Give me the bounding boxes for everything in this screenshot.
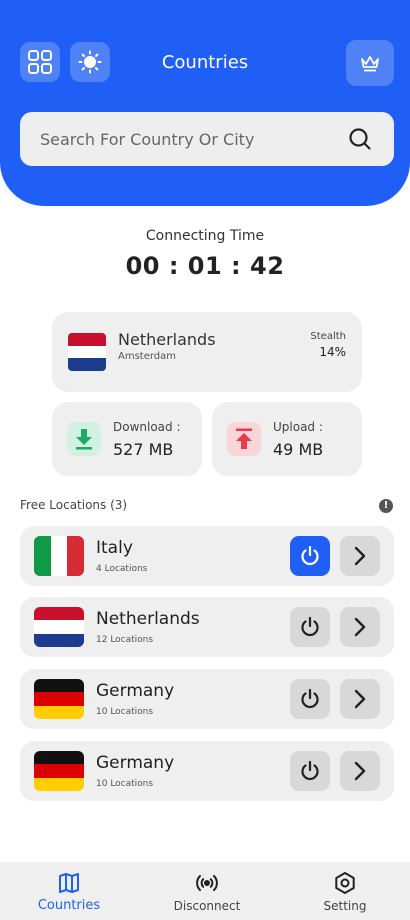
chevron-right-icon [354,689,366,709]
search-input[interactable] [40,112,340,166]
power-icon [301,545,319,566]
germany-flag-icon [34,751,84,791]
current-server-card[interactable]: Netherlands Amsterdam Stealth 14% [52,312,362,392]
server-city: Amsterdam [118,351,177,362]
nav-label: Countries [37,898,101,913]
info-icon[interactable]: ! [379,499,393,513]
nav-disconnect[interactable]: Disconnect [147,862,267,920]
italy-flag-icon [34,536,84,576]
download-icon [67,422,101,456]
broadcast-icon [196,875,218,891]
server-country: Netherlands [118,330,216,349]
premium-button[interactable] [346,40,394,86]
connect-button[interactable] [290,607,330,647]
netherlands-flag-icon [68,333,106,371]
location-row-netherlands[interactable]: Netherlands 12 Locations [20,597,394,657]
search-bar [20,112,394,166]
upload-icon [227,422,261,456]
location-row-italy[interactable]: Italy 4 Locations [20,526,394,586]
chevron-right-icon [354,761,366,781]
connect-button[interactable] [290,536,330,576]
chevron-right-icon [354,617,366,637]
expand-button[interactable] [340,536,380,576]
nav-label: Disconnect [173,899,241,913]
chevron-right-icon [354,546,366,566]
expand-button[interactable] [340,607,380,647]
map-icon [59,873,79,893]
settings-icon [335,872,355,894]
download-value: 527 MB [113,440,174,459]
location-row-germany[interactable]: Germany 10 Locations [20,741,394,801]
upload-value: 49 MB [273,440,324,459]
location-name: Germany [96,681,175,701]
download-label: Download : [113,420,181,434]
power-icon [301,616,319,637]
app-root: Countries Connecting Time 00 : 01 : 42 N… [0,0,410,920]
bottom-nav: Countries Disconnect Setting [0,862,410,920]
power-icon [301,688,319,709]
stealth-label: Stealth [310,331,346,342]
location-name: Netherlands [96,609,200,629]
nav-setting[interactable]: Setting [285,862,405,920]
location-count: 10 Locations [96,779,154,789]
expand-button[interactable] [340,679,380,719]
connect-button[interactable] [290,679,330,719]
nav-label: Setting [323,899,367,913]
location-count: 10 Locations [96,707,154,717]
location-name: Italy [96,538,133,558]
download-card: Download : 527 MB [52,402,202,476]
netherlands-flag-icon [34,607,84,647]
location-row-germany[interactable]: Germany 10 Locations [20,669,394,729]
stealth-value: 14% [319,345,346,359]
connect-button[interactable] [290,751,330,791]
crown-icon [361,56,379,72]
expand-button[interactable] [340,751,380,791]
free-locations-title: Free Locations (3) [20,498,128,512]
upload-card: Upload : 49 MB [212,402,362,476]
power-icon [301,760,319,781]
search-icon[interactable] [348,127,372,151]
upload-label: Upload : [273,420,323,434]
connection-timer: 00 : 01 : 42 [125,252,285,280]
location-name: Germany [96,753,175,773]
nav-countries[interactable]: Countries [9,862,129,920]
header: Countries [0,0,410,206]
location-count: 4 Locations [96,564,148,574]
germany-flag-icon [34,679,84,719]
location-count: 12 Locations [96,635,154,645]
connecting-time-label: Connecting Time [145,228,265,244]
